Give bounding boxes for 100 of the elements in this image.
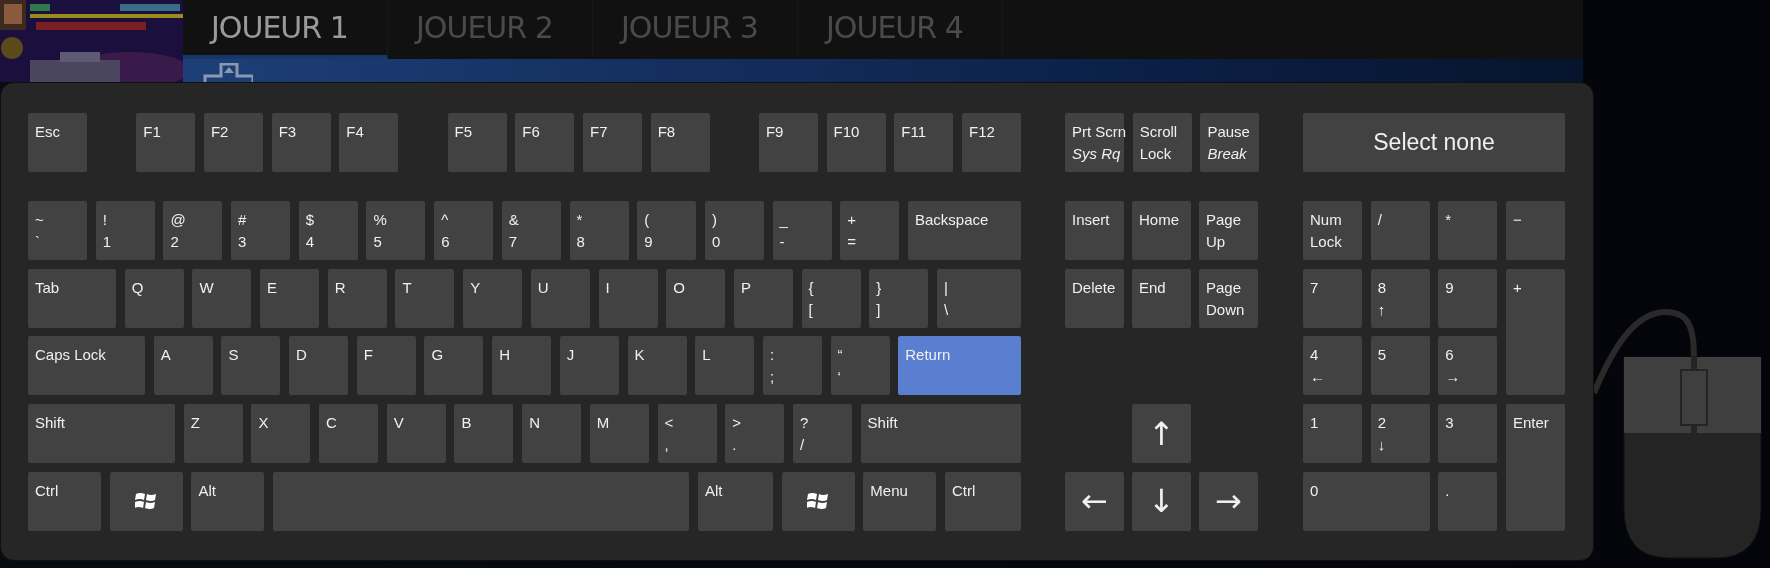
keyboard-key[interactable]: + bbox=[1506, 268, 1565, 396]
keyboard-key[interactable]: Home bbox=[1132, 201, 1191, 260]
keyboard-key[interactable]: F bbox=[356, 336, 416, 396]
keyboard-key[interactable]: F11 bbox=[894, 113, 954, 172]
keyboard-key[interactable]: P bbox=[733, 268, 793, 328]
keyboard-key[interactable]: “ ‘ bbox=[830, 336, 890, 396]
keyboard-key[interactable]: / bbox=[1370, 201, 1430, 260]
keyboard-key[interactable]: U bbox=[530, 268, 590, 328]
arrow-key[interactable]: ↑ bbox=[1132, 404, 1191, 464]
keyboard-key[interactable]: _ - bbox=[772, 201, 832, 260]
arrow-key[interactable]: ↓ bbox=[1132, 471, 1191, 531]
keyboard-key[interactable]: 8 ↑ bbox=[1370, 268, 1430, 328]
keyboard-key[interactable]: − bbox=[1506, 201, 1565, 260]
keyboard-key[interactable]: Shift bbox=[28, 404, 175, 464]
keyboard-key[interactable]: Ctrl bbox=[945, 471, 1021, 531]
arrow-key[interactable]: ← bbox=[1065, 471, 1124, 531]
keyboard-key[interactable]: { [ bbox=[801, 268, 861, 328]
keyboard-key[interactable]: A bbox=[153, 336, 213, 396]
keyboard-key[interactable]: End bbox=[1132, 268, 1191, 328]
windows-key[interactable] bbox=[781, 471, 855, 531]
keyboard-key[interactable]: @ 2 bbox=[163, 201, 223, 260]
keyboard-key[interactable]: F8 bbox=[650, 113, 710, 172]
keyboard-key[interactable]: I bbox=[598, 268, 658, 328]
keyboard-key[interactable]: Shift bbox=[860, 404, 1021, 464]
keyboard-key[interactable]: W bbox=[192, 268, 252, 328]
keyboard-key[interactable]: Alt bbox=[191, 471, 265, 531]
keyboard-key[interactable]: F10 bbox=[826, 113, 886, 172]
keyboard-key[interactable]: B bbox=[454, 404, 514, 464]
keyboard-key[interactable]: R bbox=[327, 268, 387, 328]
keyboard-key[interactable]: ^ 6 bbox=[434, 201, 494, 260]
keyboard-key[interactable]: S bbox=[221, 336, 281, 396]
keyboard-key[interactable]: T bbox=[395, 268, 455, 328]
keyboard-key[interactable]: 0 bbox=[1303, 471, 1430, 531]
keyboard-key[interactable]: # 3 bbox=[231, 201, 291, 260]
keyboard-key[interactable]: F6 bbox=[515, 113, 575, 172]
keyboard-key[interactable]: F9 bbox=[758, 113, 818, 172]
keyboard-key[interactable]: V bbox=[386, 404, 446, 464]
keyboard-key[interactable]: Num Lock bbox=[1303, 201, 1362, 260]
arrow-key[interactable]: → bbox=[1199, 471, 1258, 531]
keyboard-key[interactable]: F12 bbox=[962, 113, 1021, 172]
keyboard-key[interactable]: F3 bbox=[271, 113, 331, 172]
keyboard-key[interactable]: $ 4 bbox=[298, 201, 358, 260]
keyboard-key[interactable]: N bbox=[522, 404, 582, 464]
keyboard-key[interactable]: Tab bbox=[28, 268, 116, 328]
keyboard-key[interactable]: + = bbox=[840, 201, 900, 260]
keyboard-key[interactable]: L bbox=[695, 336, 755, 396]
keyboard-key[interactable]: C bbox=[319, 404, 379, 464]
keyboard-key[interactable]: Ctrl bbox=[28, 471, 101, 531]
keyboard-key[interactable]: 7 bbox=[1303, 268, 1362, 328]
keyboard-key[interactable]: Menu bbox=[863, 471, 937, 531]
keyboard-key[interactable]: F2 bbox=[203, 113, 263, 172]
keyboard-key[interactable]: K bbox=[627, 336, 687, 396]
keyboard-key[interactable]: * bbox=[1438, 201, 1498, 260]
keyboard-key[interactable]: G bbox=[424, 336, 484, 396]
keyboard-key[interactable]: } ] bbox=[869, 268, 929, 328]
keyboard-key[interactable]: F4 bbox=[339, 113, 399, 172]
keyboard-key[interactable]: & 7 bbox=[501, 201, 561, 260]
keyboard-key[interactable]: 5 bbox=[1370, 336, 1430, 396]
keyboard-key[interactable]: * 8 bbox=[569, 201, 629, 260]
keyboard-key[interactable]: Backspace bbox=[907, 201, 1021, 260]
keyboard-key[interactable]: 9 bbox=[1438, 268, 1498, 328]
keyboard-key[interactable]: Enter bbox=[1506, 404, 1565, 531]
keyboard-key[interactable]: ? / bbox=[792, 404, 852, 464]
keyboard-key[interactable]: Prt Scrn Sys Rq bbox=[1065, 113, 1124, 172]
keyboard-key[interactable]: F7 bbox=[582, 113, 642, 172]
keyboard-key[interactable]: 2 ↓ bbox=[1370, 404, 1430, 464]
keyboard-key[interactable]: Q bbox=[124, 268, 184, 328]
keyboard-key[interactable]: % 5 bbox=[366, 201, 426, 260]
keyboard-key[interactable]: ( 9 bbox=[637, 201, 697, 260]
keyboard-key[interactable]: ~ ` bbox=[28, 201, 87, 260]
keyboard-key[interactable]: M bbox=[589, 404, 649, 464]
keyboard-key[interactable]: Alt bbox=[697, 471, 773, 531]
keyboard-key[interactable]: Delete bbox=[1065, 268, 1124, 328]
keyboard-key[interactable]: > . bbox=[725, 404, 785, 464]
keyboard-key[interactable]: 1 bbox=[1303, 404, 1362, 464]
keyboard-key[interactable]: Pause Break bbox=[1200, 113, 1260, 172]
keyboard-key[interactable]: O bbox=[666, 268, 726, 328]
keyboard-key[interactable]: | \ bbox=[936, 268, 1021, 328]
keyboard-key[interactable]: Z bbox=[183, 404, 243, 464]
keyboard-key[interactable]: X bbox=[251, 404, 311, 464]
select-none-button[interactable]: Select none bbox=[1303, 113, 1565, 172]
keyboard-key[interactable]: Insert bbox=[1065, 201, 1124, 260]
keyboard-key[interactable]: . bbox=[1438, 471, 1498, 531]
keyboard-key[interactable]: : ; bbox=[762, 336, 822, 396]
windows-key[interactable] bbox=[109, 471, 183, 531]
keyboard-key[interactable]: ) 0 bbox=[704, 201, 764, 260]
keyboard-key[interactable]: D bbox=[289, 336, 349, 396]
keyboard-key[interactable]: H bbox=[492, 336, 552, 396]
keyboard-key[interactable]: < , bbox=[657, 404, 717, 464]
keyboard-key[interactable]: Scroll Lock bbox=[1132, 113, 1192, 172]
keyboard-key[interactable]: F1 bbox=[136, 113, 196, 172]
keyboard-key[interactable]: Page Down bbox=[1199, 268, 1258, 328]
keyboard-key[interactable]: Y bbox=[463, 268, 523, 328]
keyboard-key[interactable]: ! 1 bbox=[95, 201, 155, 260]
keyboard-key[interactable]: J bbox=[559, 336, 619, 396]
keyboard-key[interactable]: Esc bbox=[28, 113, 87, 172]
keyboard-key[interactable]: E bbox=[260, 268, 320, 328]
keyboard-key[interactable]: Caps Lock bbox=[28, 336, 145, 396]
keyboard-key[interactable]: 6 → bbox=[1438, 336, 1498, 396]
keyboard-key[interactable]: 3 bbox=[1438, 404, 1498, 464]
